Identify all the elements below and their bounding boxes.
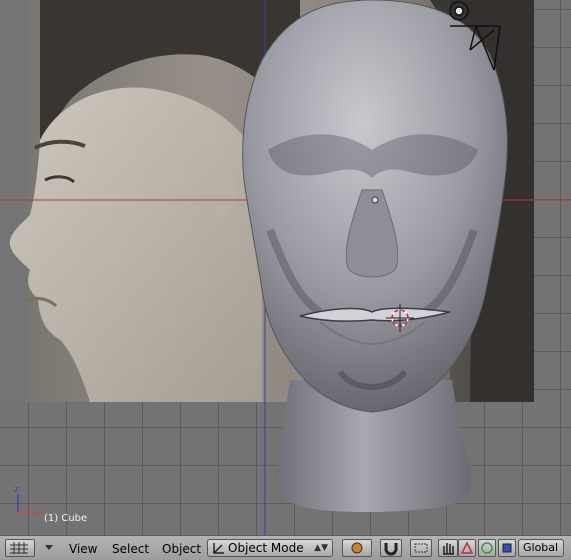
object-mode-icon	[213, 543, 224, 554]
viewport-type-button[interactable]	[5, 539, 35, 557]
translate-toggle[interactable]	[458, 539, 476, 557]
menu-object[interactable]: Object	[162, 540, 201, 558]
pivot-point-icon	[414, 543, 428, 553]
menu-view[interactable]: View	[69, 540, 97, 558]
translate-icon	[460, 541, 474, 554]
menu-select[interactable]: Select	[112, 540, 149, 558]
viewport-header: View Select Object Object Mode ▲▼ Global	[0, 535, 571, 560]
viewport-scene: x z	[0, 0, 571, 535]
svg-text:z: z	[14, 485, 19, 495]
shading-button[interactable]	[342, 539, 372, 557]
hand-grab-icon	[443, 543, 454, 555]
axis-gizmo: x z	[14, 485, 42, 518]
viewport-type-icon	[10, 542, 28, 554]
chevron-down-icon: ▲▼	[314, 543, 328, 553]
snap-button[interactable]	[380, 539, 402, 557]
rotate-icon	[481, 542, 493, 554]
scale-icon	[502, 543, 512, 553]
scale-toggle[interactable]	[498, 539, 516, 557]
magnet-icon	[384, 543, 398, 556]
shading-solid-icon	[351, 542, 363, 554]
collapse-arrow-icon[interactable]	[42, 539, 56, 557]
3d-viewport[interactable]: x z (1) Cube	[0, 0, 571, 535]
svg-text:x: x	[36, 508, 42, 518]
object-origin	[371, 196, 379, 204]
pivot-button[interactable]	[410, 539, 432, 557]
mode-select[interactable]: Object Mode ▲▼	[207, 539, 333, 557]
manipulator-toggle[interactable]	[438, 539, 458, 557]
rotate-toggle[interactable]	[478, 539, 496, 557]
object-info-label: (1) Cube	[44, 513, 88, 524]
mode-select-label: Object Mode	[228, 541, 304, 555]
orientation-select[interactable]: Global	[518, 539, 564, 557]
